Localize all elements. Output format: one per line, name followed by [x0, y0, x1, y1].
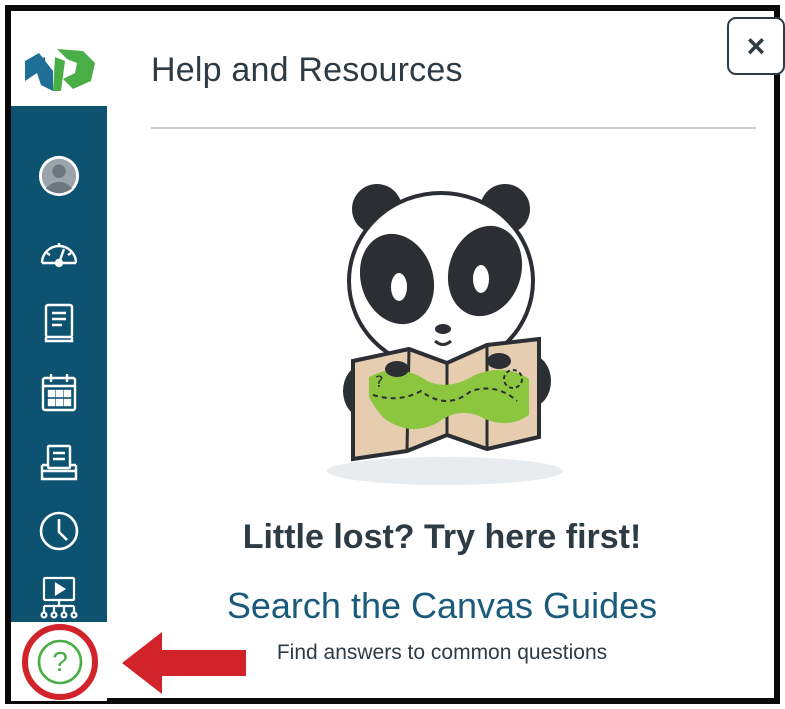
dashboard-icon[interactable] — [37, 229, 81, 273]
history-icon[interactable] — [37, 509, 81, 553]
help-icon[interactable]: ? — [49, 644, 71, 680]
svg-text:?: ? — [375, 372, 384, 391]
search-canvas-guides-link[interactable]: Search the Canvas Guides — [107, 585, 777, 627]
help-resources-panel: Help and Resources × ? Little lost? Try … — [107, 11, 785, 698]
institution-logo[interactable] — [11, 11, 107, 106]
close-icon: × — [746, 28, 766, 64]
global-navigation — [11, 11, 107, 701]
courses-icon[interactable] — [37, 301, 81, 345]
account-icon[interactable] — [37, 154, 81, 198]
studio-icon[interactable] — [37, 576, 81, 620]
close-button[interactable]: × — [727, 17, 785, 75]
help-headline: Little lost? Try here first! — [242, 518, 642, 556]
page-title: Help and Resources — [151, 51, 463, 89]
divider — [151, 127, 756, 129]
calendar-icon[interactable] — [37, 371, 81, 415]
panda-map-illustration: ? — [327, 184, 563, 485]
help-nav-item[interactable]: ? — [11, 622, 107, 701]
guides-description: Find answers to common questions — [276, 641, 608, 664]
inbox-icon[interactable] — [37, 441, 81, 485]
